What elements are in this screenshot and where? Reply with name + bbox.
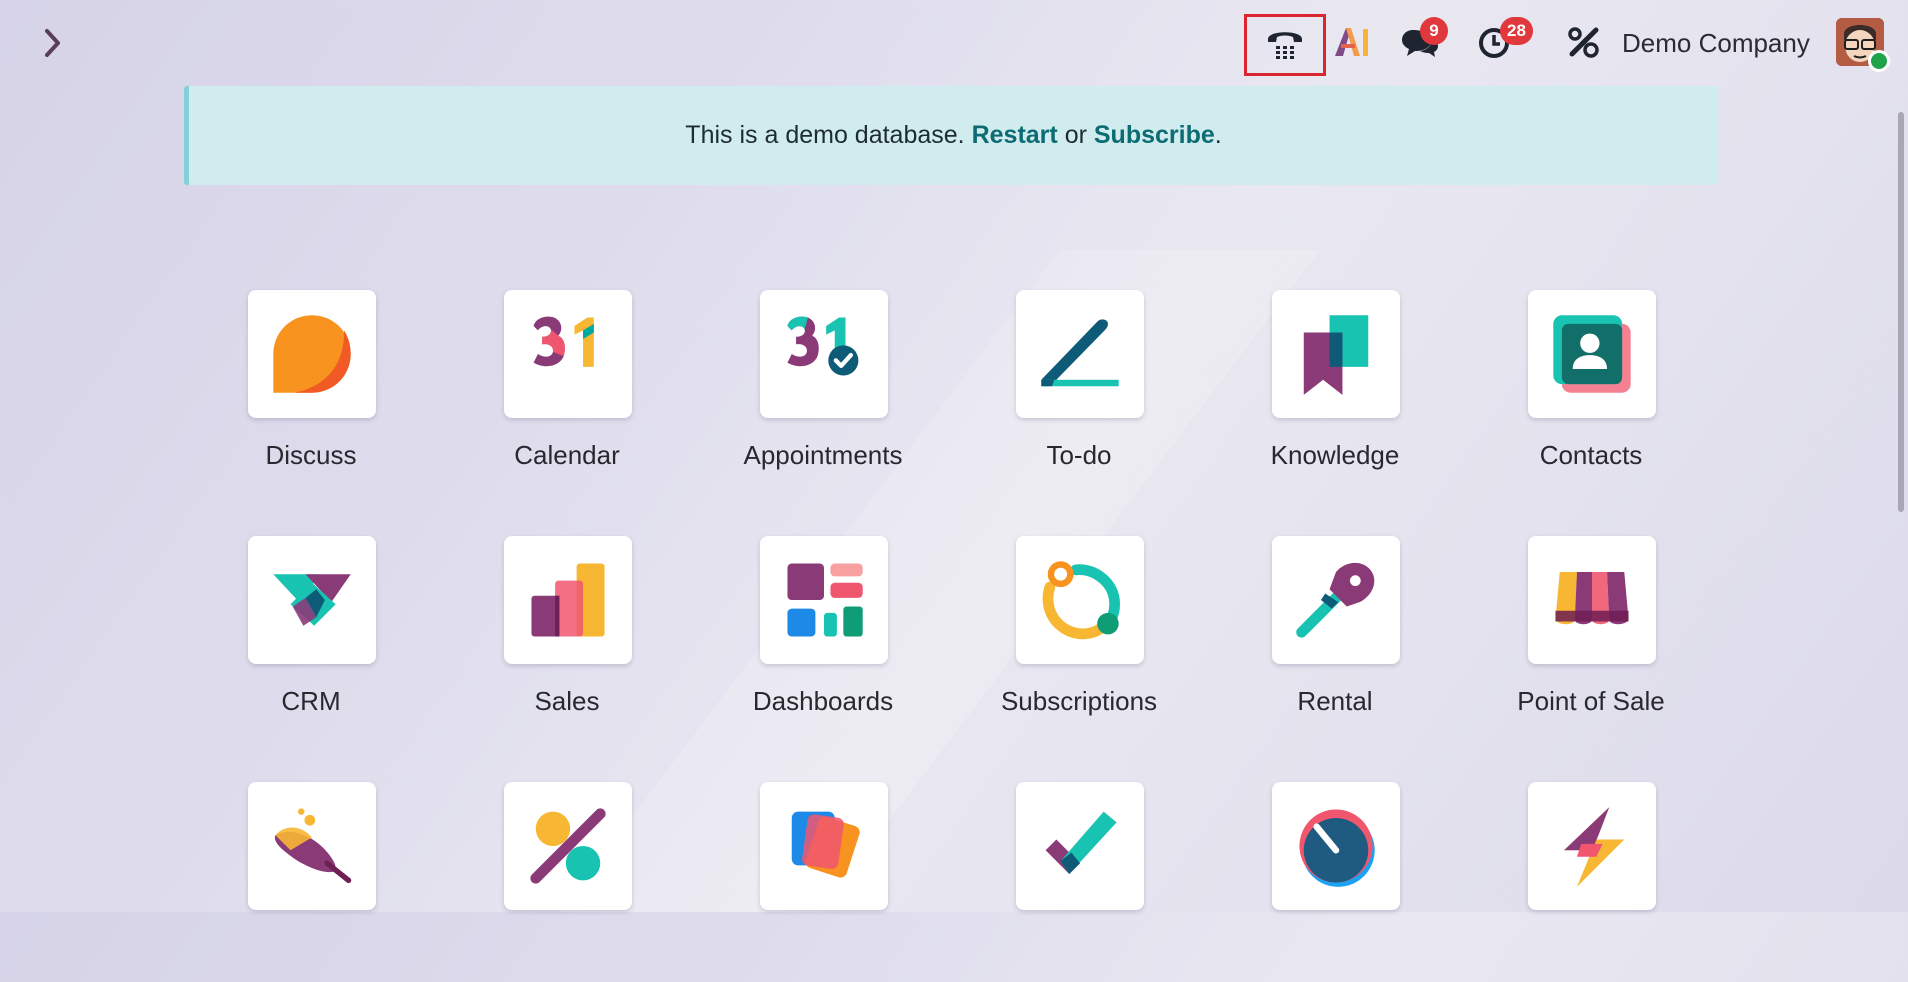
settings-button[interactable] bbox=[1564, 14, 1604, 70]
company-switcher[interactable]: Demo Company bbox=[1622, 24, 1810, 62]
contacts-icon bbox=[1553, 315, 1631, 393]
app-tile bbox=[1272, 290, 1400, 418]
discuss-icon bbox=[273, 315, 351, 393]
app-tile bbox=[248, 536, 376, 664]
app-tile bbox=[248, 782, 376, 910]
point-of-sale-icon bbox=[1555, 572, 1629, 625]
app-sales[interactable]: Sales bbox=[467, 536, 667, 736]
scrollbar-thumb[interactable] bbox=[1898, 112, 1904, 512]
subscriptions-icon bbox=[1042, 561, 1120, 640]
rental-icon bbox=[1296, 562, 1375, 638]
restart-link[interactable]: Restart bbox=[972, 121, 1058, 150]
app-tile bbox=[504, 290, 632, 418]
app-tile bbox=[1016, 536, 1144, 664]
app-discuss[interactable]: Discuss bbox=[211, 290, 411, 490]
banner-period: . bbox=[1214, 121, 1222, 149]
app-contacts[interactable]: Contacts bbox=[1491, 290, 1691, 490]
feather-icon bbox=[274, 808, 352, 884]
app-label: Subscriptions bbox=[1000, 686, 1158, 716]
app-tile-row3-3[interactable] bbox=[723, 782, 923, 982]
appointments-icon bbox=[787, 316, 859, 376]
app-appointments[interactable]: Appointments bbox=[723, 290, 923, 490]
app-tile bbox=[248, 290, 376, 418]
app-dashboards[interactable]: Dashboards bbox=[723, 536, 923, 736]
phone-button[interactable] bbox=[1244, 14, 1326, 76]
calendar-icon bbox=[533, 316, 594, 367]
app-tile bbox=[1528, 290, 1656, 418]
app-label: Sales bbox=[534, 686, 600, 716]
top-navbar: 9 28 Demo Company bbox=[0, 0, 1908, 84]
app-tile-row3-1[interactable] bbox=[211, 782, 411, 982]
scrollbar[interactable] bbox=[1894, 84, 1908, 912]
online-status-dot bbox=[1868, 50, 1890, 72]
dashboards-icon bbox=[787, 563, 863, 637]
banner-or: or bbox=[1064, 121, 1087, 149]
percent-icon bbox=[530, 808, 606, 884]
app-rental[interactable]: Rental bbox=[1235, 536, 1435, 736]
sales-icon bbox=[531, 563, 605, 637]
activities-button[interactable]: 28 bbox=[1470, 14, 1550, 70]
app-label: Contacts bbox=[1539, 440, 1643, 470]
crm-icon bbox=[273, 574, 351, 626]
app-todo[interactable]: To-do bbox=[979, 290, 1179, 490]
app-point-of-sale[interactable]: Point of Sale bbox=[1491, 536, 1691, 736]
app-crm[interactable]: CRM bbox=[211, 536, 411, 736]
knowledge-icon bbox=[1303, 315, 1369, 395]
app-tile bbox=[760, 782, 888, 910]
ai-icon bbox=[1335, 28, 1368, 56]
app-label: Point of Sale bbox=[1517, 686, 1665, 716]
app-tile-row3-4[interactable] bbox=[979, 782, 1179, 982]
ai-button[interactable] bbox=[1330, 14, 1374, 70]
app-label: Rental bbox=[1297, 686, 1373, 716]
messages-button[interactable]: 9 bbox=[1390, 14, 1450, 70]
app-label: Dashboards bbox=[752, 686, 894, 716]
chevron-right-icon[interactable] bbox=[38, 24, 68, 62]
app-tile-row3-5[interactable] bbox=[1235, 782, 1435, 982]
app-label: Knowledge bbox=[1270, 440, 1400, 470]
app-tile bbox=[1272, 536, 1400, 664]
gauge-icon bbox=[1299, 809, 1375, 887]
app-subscriptions[interactable]: Subscriptions bbox=[979, 536, 1179, 736]
app-tile bbox=[1016, 290, 1144, 418]
tools-icon bbox=[1568, 27, 1599, 58]
phone-dialpad-icon bbox=[1268, 32, 1302, 59]
banner-text: This is a demo database. bbox=[685, 121, 965, 149]
app-knowledge[interactable]: Knowledge bbox=[1235, 290, 1435, 490]
app-tile bbox=[1528, 782, 1656, 910]
app-tile bbox=[1016, 782, 1144, 910]
app-tile bbox=[504, 536, 632, 664]
app-tile bbox=[1528, 536, 1656, 664]
app-label: Discuss bbox=[265, 440, 357, 470]
cards-icon bbox=[791, 811, 860, 878]
todo-icon bbox=[1041, 319, 1119, 387]
app-tile bbox=[760, 290, 888, 418]
app-calendar[interactable]: Calendar bbox=[467, 290, 667, 490]
avatar[interactable] bbox=[1836, 18, 1890, 72]
checkmark-icon bbox=[1045, 811, 1117, 874]
demo-database-banner: This is a demo database. Restart or Subs… bbox=[184, 86, 1718, 185]
app-label: CRM bbox=[281, 686, 341, 716]
app-tile-row3-2[interactable] bbox=[467, 782, 667, 982]
app-tile bbox=[760, 536, 888, 664]
app-tile-row3-6[interactable] bbox=[1491, 782, 1691, 982]
app-tile bbox=[1272, 782, 1400, 910]
subscribe-link[interactable]: Subscribe bbox=[1094, 121, 1215, 150]
app-label: Appointments bbox=[743, 440, 903, 470]
lightning-icon bbox=[1564, 807, 1625, 887]
app-label: To-do bbox=[1046, 440, 1112, 470]
activities-count-badge: 28 bbox=[1500, 17, 1533, 45]
app-label: Calendar bbox=[514, 440, 620, 470]
app-tile bbox=[504, 782, 632, 910]
messages-count-badge: 9 bbox=[1420, 17, 1448, 45]
